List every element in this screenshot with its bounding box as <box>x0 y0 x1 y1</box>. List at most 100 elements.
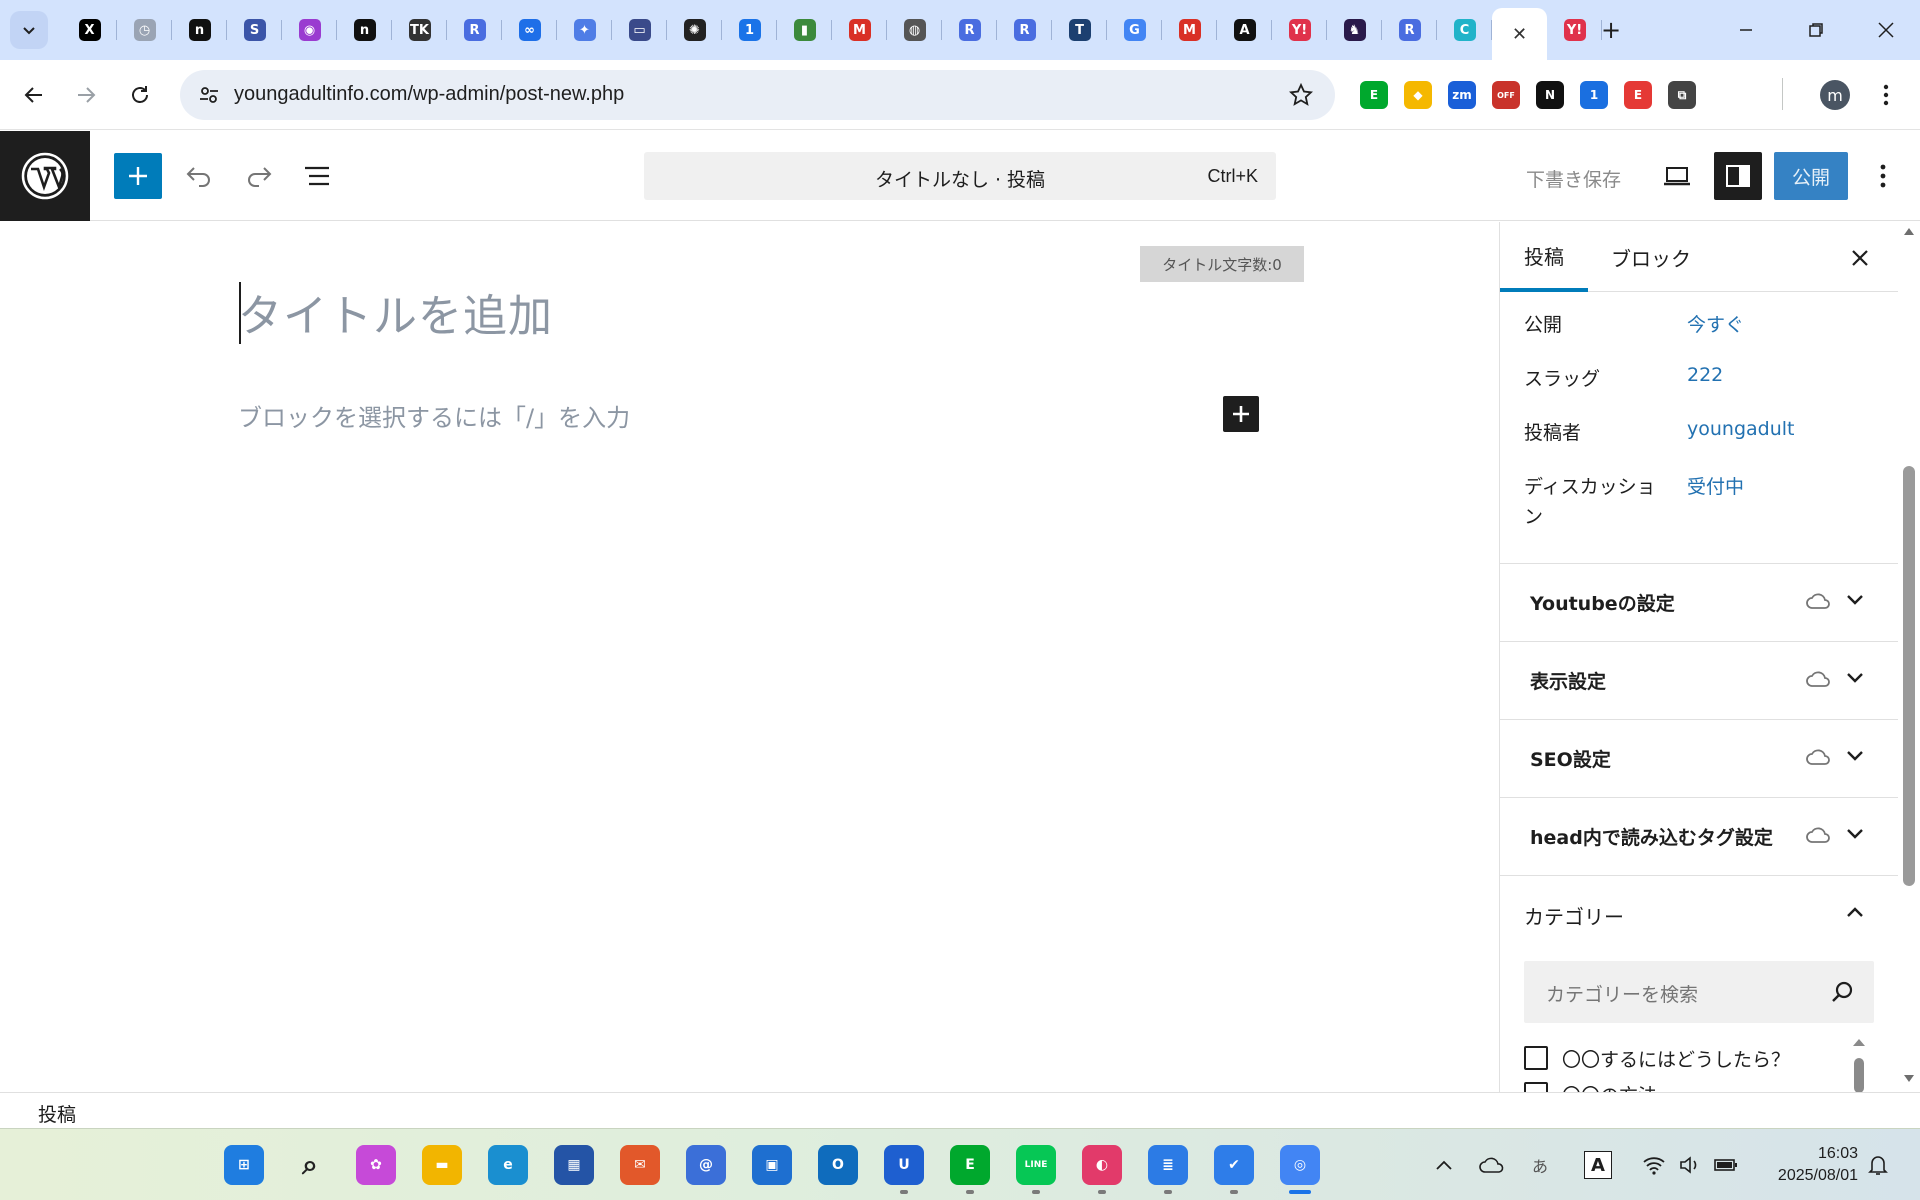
breadcrumb-item[interactable]: 投稿 <box>38 1100 76 1127</box>
tray-overflow-button[interactable] <box>1430 1151 1458 1179</box>
scroll-up-arrow-icon[interactable] <box>1903 226 1915 236</box>
notification-center-button[interactable] <box>1864 1151 1892 1179</box>
close-icon[interactable]: ✕ <box>1509 23 1531 45</box>
notepad-icon[interactable]: ≣ <box>1148 1145 1188 1185</box>
close-window-button[interactable] <box>1866 10 1906 50</box>
add-block-button[interactable] <box>1223 396 1259 432</box>
browser-tab[interactable]: A <box>1217 8 1272 52</box>
category-search-input[interactable]: カテゴリーを検索 <box>1524 961 1874 1023</box>
volume-tray-icon[interactable] <box>1676 1151 1704 1179</box>
browser-tab[interactable]: ◷ <box>117 8 172 52</box>
windows-start-icon[interactable]: ⊞ <box>224 1145 264 1185</box>
browser-tab[interactable]: S <box>227 8 282 52</box>
mail-at-icon[interactable]: @ <box>686 1145 726 1185</box>
chrome-icon[interactable]: ◎ <box>1280 1145 1320 1185</box>
categories-title[interactable]: カテゴリー <box>1524 901 1624 930</box>
browser-tab[interactable]: Y! <box>1547 8 1602 52</box>
reload-button[interactable] <box>120 75 160 115</box>
browser-tab[interactable]: Y! <box>1272 8 1327 52</box>
extensions-icon[interactable]: ⧉ <box>1668 81 1696 109</box>
onepassword-icon[interactable]: 1 <box>1580 81 1608 109</box>
store-icon[interactable]: ▦ <box>554 1145 594 1185</box>
scrollbar-thumb[interactable] <box>1854 1058 1864 1092</box>
panel-youtube-settings[interactable]: Youtubeの設定 <box>1500 563 1898 641</box>
author-link[interactable]: youngadult <box>1687 418 1795 440</box>
slug-link[interactable]: 222 <box>1687 364 1723 386</box>
browser-tab[interactable]: ∞ <box>502 8 557 52</box>
document-overview-button[interactable] <box>294 153 340 199</box>
copilot-icon[interactable]: ✿ <box>356 1145 396 1185</box>
category-checkbox[interactable] <box>1524 1046 1548 1070</box>
panel-seo-settings[interactable]: SEO設定 <box>1500 719 1898 797</box>
browser-tab[interactable]: R <box>447 8 502 52</box>
u-app-icon[interactable]: U <box>884 1145 924 1185</box>
browser-tab[interactable]: n <box>337 8 392 52</box>
bookmark-star-icon[interactable] <box>1289 83 1313 107</box>
browser-tab[interactable]: ▮ <box>777 8 832 52</box>
taskbar-clock[interactable]: 16:03 2025/08/01 <box>1766 1143 1858 1187</box>
browser-tab[interactable]: TK <box>392 8 447 52</box>
block-inserter-button[interactable] <box>114 153 162 199</box>
discussion-link[interactable]: 受付中 <box>1687 472 1744 499</box>
onedrive-tray-icon[interactable] <box>1478 1151 1506 1179</box>
browser-tab[interactable]: R <box>997 8 1052 52</box>
tab-post[interactable]: 投稿 <box>1500 222 1588 292</box>
panel-head-tag-settings[interactable]: head内で読み込むタグ設定 <box>1500 797 1898 875</box>
restore-button[interactable] <box>1796 10 1836 50</box>
line-icon[interactable]: LINE <box>1016 1145 1056 1185</box>
browser-tab[interactable]: C <box>1437 8 1492 52</box>
publish-date-link[interactable]: 今すぐ <box>1687 310 1744 337</box>
sidebar-scrollbar[interactable] <box>1898 222 1920 1092</box>
site-info-icon[interactable] <box>198 84 220 106</box>
browser-tab[interactable]: M <box>1162 8 1217 52</box>
battery-tray-icon[interactable] <box>1712 1151 1740 1179</box>
profile-avatar[interactable]: m <box>1820 80 1850 110</box>
e-icon[interactable]: E <box>1624 81 1652 109</box>
photo-icon[interactable]: ▣ <box>752 1145 792 1185</box>
minimize-button[interactable] <box>1726 10 1766 50</box>
tab-block[interactable]: ブロック <box>1596 222 1706 292</box>
close-sidebar-button[interactable] <box>1840 238 1880 278</box>
search-icon[interactable]: ⌕ <box>290 1145 330 1185</box>
outlook-icon[interactable]: O <box>818 1145 858 1185</box>
save-draft-button[interactable]: 下書き保存 <box>1526 165 1621 192</box>
post-title-input[interactable]: タイトルを追加 <box>238 280 553 344</box>
publish-button[interactable]: 公開 <box>1774 152 1848 200</box>
wifi-tray-icon[interactable] <box>1640 1151 1668 1179</box>
atok-tray-icon[interactable]: A <box>1584 1151 1612 1179</box>
zoom-icon[interactable]: zm <box>1448 81 1476 109</box>
chevron-up-icon[interactable] <box>1846 906 1864 918</box>
browser-tab[interactable]: G <box>1107 8 1162 52</box>
mail-app-icon[interactable]: ✉ <box>620 1145 660 1185</box>
edge-icon[interactable]: e <box>488 1145 528 1185</box>
ime-tray-icon[interactable]: あ <box>1526 1151 1554 1179</box>
browser-tab[interactable]: ♞ <box>1327 8 1382 52</box>
tab-active[interactable]: ✕ <box>1492 8 1547 60</box>
options-button[interactable] <box>1860 153 1906 199</box>
scroll-down-arrow-icon[interactable] <box>1903 1074 1915 1084</box>
scrollbar-thumb[interactable] <box>1903 466 1915 886</box>
tab-search-button[interactable] <box>10 11 48 49</box>
browser-tab[interactable]: 1 <box>722 8 777 52</box>
command-palette-bar[interactable]: タイトルなし · 投稿 Ctrl+K <box>644 152 1276 200</box>
back-button[interactable] <box>14 75 54 115</box>
notion-icon[interactable]: N <box>1536 81 1564 109</box>
default-block-appender[interactable]: ブロックを選択するには「/」を入力 <box>238 398 630 433</box>
new-tab-button[interactable]: + <box>1595 14 1627 46</box>
file-explorer-icon[interactable]: ▬ <box>422 1145 462 1185</box>
browser-tab[interactable]: M <box>832 8 887 52</box>
category-checkbox[interactable] <box>1524 1082 1548 1092</box>
browser-tab[interactable]: R <box>942 8 997 52</box>
settings-sidebar-toggle[interactable] <box>1714 152 1762 200</box>
browser-menu-button[interactable] <box>1866 75 1906 115</box>
browser-tab[interactable]: R <box>1382 8 1437 52</box>
browser-tab[interactable]: ✦ <box>557 8 612 52</box>
browser-tab[interactable]: T <box>1052 8 1107 52</box>
wordpress-logo-button[interactable] <box>0 131 90 221</box>
off-icon[interactable]: OFF <box>1492 81 1520 109</box>
undo-button[interactable] <box>176 153 222 199</box>
browser-tab[interactable]: X <box>62 8 117 52</box>
todo-icon[interactable]: ✔ <box>1214 1145 1254 1185</box>
browser-tab[interactable]: ✺ <box>667 8 722 52</box>
evernote-icon[interactable]: E <box>950 1145 990 1185</box>
